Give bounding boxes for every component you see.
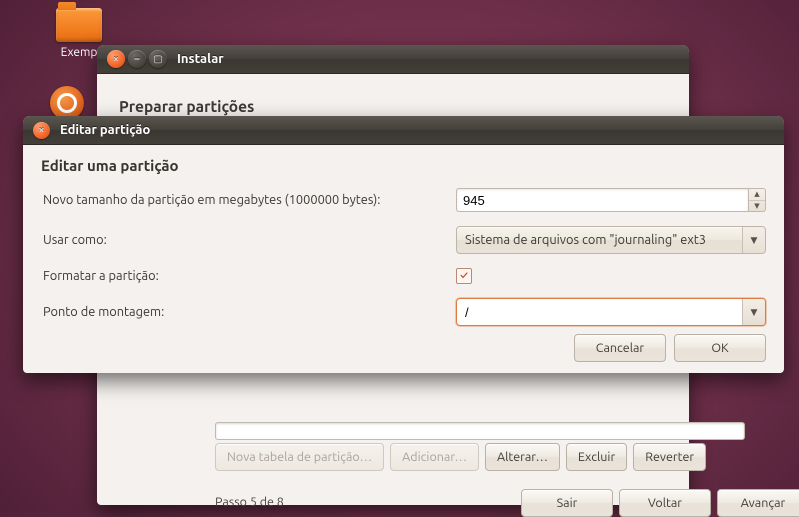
spin-down-icon[interactable]: ▼ bbox=[749, 201, 765, 212]
dialog-title: Editar partição bbox=[60, 123, 150, 137]
installer-titlebar[interactable]: × – ▢ Instalar bbox=[97, 45, 689, 74]
size-input[interactable] bbox=[456, 188, 748, 212]
new-partition-table-button: Nova tabela de partição… bbox=[215, 443, 384, 471]
use-as-value: Sistema de arquivos com "journaling" ext… bbox=[457, 233, 742, 247]
use-as-label: Usar como: bbox=[43, 233, 448, 247]
installer-title: Instalar bbox=[177, 52, 224, 66]
mount-point-input[interactable] bbox=[457, 299, 742, 325]
size-spinbox[interactable]: ▲ ▼ bbox=[456, 188, 766, 212]
minimize-button[interactable]: – bbox=[128, 50, 146, 68]
partition-toolbar: Nova tabela de partição… Adicionar… Alte… bbox=[215, 443, 706, 471]
size-label: Novo tamanho da partição em megabytes (1… bbox=[43, 193, 448, 207]
installer-heading: Preparar partições bbox=[119, 98, 667, 115]
step-indicator: Passo 5 de 8 bbox=[215, 495, 284, 509]
maximize-button[interactable]: ▢ bbox=[149, 50, 167, 68]
chevron-down-icon[interactable]: ▼ bbox=[742, 299, 765, 325]
cancel-button[interactable]: Cancelar bbox=[574, 334, 666, 362]
dialog-close-button[interactable]: × bbox=[33, 122, 50, 139]
format-label: Formatar a partição: bbox=[43, 269, 448, 283]
close-button[interactable]: × bbox=[107, 50, 125, 68]
quit-button[interactable]: Sair bbox=[521, 489, 613, 517]
delete-partition-button[interactable]: Excluir bbox=[566, 443, 627, 471]
forward-button[interactable]: Avançar bbox=[717, 489, 799, 517]
edit-partition-dialog: × Editar partição Editar uma partição No… bbox=[23, 116, 784, 373]
wizard-nav: Sair Voltar Avançar bbox=[521, 489, 799, 517]
folder-icon bbox=[56, 8, 102, 42]
chevron-down-icon[interactable]: ▼ bbox=[742, 227, 765, 253]
change-partition-button[interactable]: Alterar… bbox=[485, 443, 560, 471]
format-checkbox[interactable]: ✓ bbox=[456, 268, 472, 284]
use-as-combo[interactable]: Sistema de arquivos com "journaling" ext… bbox=[456, 226, 766, 254]
ok-button[interactable]: OK bbox=[674, 334, 766, 362]
mount-point-combo[interactable]: ▼ bbox=[456, 298, 766, 326]
check-icon: ✓ bbox=[460, 270, 468, 282]
spin-up-icon[interactable]: ▲ bbox=[749, 189, 765, 201]
add-partition-button: Adicionar… bbox=[390, 443, 479, 471]
back-button[interactable]: Voltar bbox=[619, 489, 711, 517]
device-field[interactable] bbox=[215, 422, 745, 440]
dialog-heading: Editar uma partição bbox=[41, 157, 766, 174]
dialog-titlebar[interactable]: × Editar partição bbox=[23, 116, 784, 145]
revert-button[interactable]: Reverter bbox=[633, 443, 706, 471]
mount-label: Ponto de montagem: bbox=[43, 305, 448, 319]
ubuntu-cof-icon[interactable] bbox=[50, 86, 84, 120]
